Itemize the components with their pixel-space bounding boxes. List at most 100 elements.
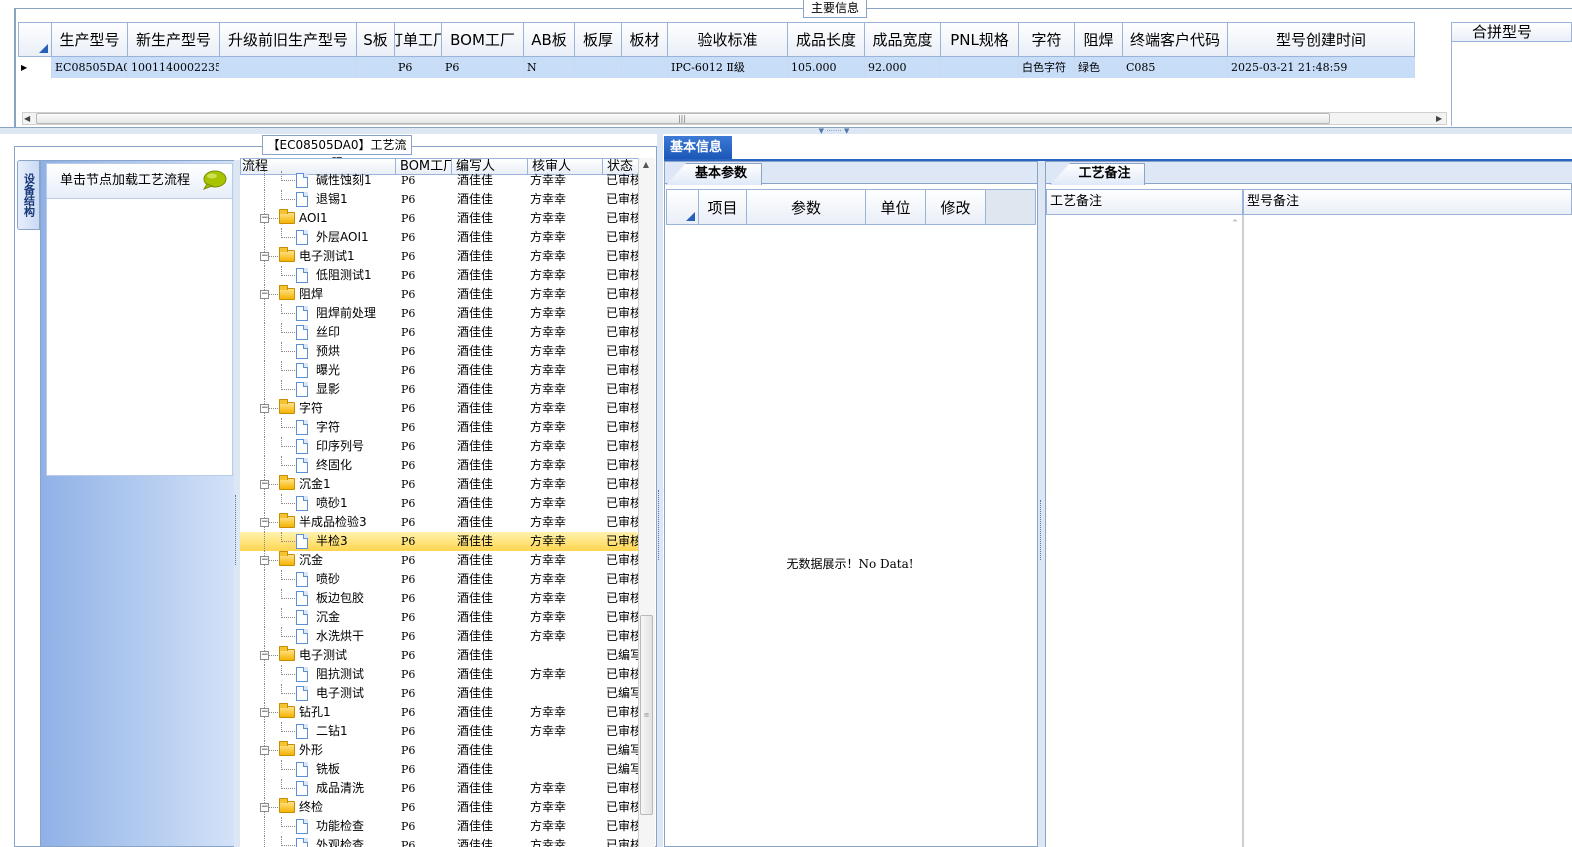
model-notes-header[interactable]: 型号备注 — [1243, 189, 1572, 215]
grid-cell[interactable]: P6 — [395, 57, 442, 78]
tree-leaf-row[interactable]: 印序列号 P6 酒佳佳 方幸幸 已审核 — [240, 437, 640, 456]
tree-leaf-row[interactable]: 曝光 P6 酒佳佳 方幸幸 已审核 — [240, 361, 640, 380]
tree-leaf-row[interactable]: 碱性蚀刻1 P6 酒佳佳 方幸幸 已审核 — [240, 171, 640, 190]
tree-leaf-row[interactable]: 阻抗测试 P6 酒佳佳 方幸幸 已审核 — [240, 665, 640, 684]
tree-node[interactable]: 铣板 — [240, 760, 396, 779]
column-header[interactable]: 验收标准 — [668, 22, 788, 57]
scroll-left-arrow-icon[interactable]: ◀ — [24, 113, 34, 124]
tree-leaf-row[interactable]: 外层AOI1 P6 酒佳佳 方幸幸 已审核 — [240, 228, 640, 247]
tree-leaf-row[interactable]: 板边包胶 P6 酒佳佳 方幸幸 已审核 — [240, 589, 640, 608]
tree-node[interactable]: − 外形 — [240, 741, 396, 760]
collapse-icon[interactable]: − — [260, 214, 269, 223]
column-header[interactable]: 板厚 — [575, 22, 622, 57]
params-col-edit[interactable]: 修改 — [926, 189, 986, 225]
grid-cell[interactable]: N — [524, 57, 575, 78]
tree-node[interactable]: 外层AOI1 — [240, 228, 396, 247]
column-header[interactable]: 成品宽度 — [865, 22, 941, 57]
scroll-right-arrow-icon[interactable]: ▶ — [1436, 113, 1446, 124]
tree-leaf-row[interactable]: 喷砂 P6 酒佳佳 方幸幸 已审核 — [240, 570, 640, 589]
tree-group-row[interactable]: − 外形 P6 酒佳佳 已编写 — [240, 741, 640, 760]
tree-node[interactable]: 喷砂 — [240, 570, 396, 589]
tree-node[interactable]: − 钻孔1 — [240, 703, 396, 722]
tree-node[interactable]: 预烘 — [240, 342, 396, 361]
model-notes-body[interactable] — [1243, 215, 1572, 847]
column-header[interactable]: 成品长度 — [788, 22, 865, 57]
column-header[interactable]: 升级前旧生产型号 — [220, 22, 357, 57]
tree-node[interactable]: 功能检查 — [240, 817, 396, 836]
tree-leaf-row[interactable]: 沉金 P6 酒佳佳 方幸幸 已审核 — [240, 608, 640, 627]
grid-cell[interactable]: 绿色 — [1075, 57, 1123, 78]
column-header[interactable]: AB板 — [524, 22, 575, 57]
column-header[interactable]: 型号创建时间 — [1228, 22, 1415, 57]
tree-group-row[interactable]: − 钻孔1 P6 酒佳佳 方幸幸 已审核 — [240, 703, 640, 722]
tree-node[interactable]: 水洗烘干 — [240, 627, 396, 646]
splitter-grip[interactable] — [658, 490, 662, 560]
tree-group-row[interactable]: − 阻焊 P6 酒佳佳 方幸幸 已审核 — [240, 285, 640, 304]
tree-node[interactable]: 外观检查 — [240, 836, 396, 847]
row-indicator-icon[interactable]: ▶ — [18, 57, 52, 78]
tree-group-row[interactable]: − 半成品检验3 P6 酒佳佳 方幸幸 已审核 — [240, 513, 640, 532]
grid-cell[interactable]: EC08505DA0 — [52, 57, 128, 78]
column-header[interactable]: 新生产型号 — [128, 22, 220, 57]
tree-leaf-row[interactable]: 二钻1 P6 酒佳佳 方幸幸 已审核 — [240, 722, 640, 741]
column-header[interactable]: 板材 — [622, 22, 668, 57]
tree-node[interactable]: − 沉金 — [240, 551, 396, 570]
tree-node[interactable]: 沉金 — [240, 608, 396, 627]
tree-node[interactable]: 退锡1 — [240, 190, 396, 209]
tree-leaf-row[interactable]: 半检3 P6 酒佳佳 方幸幸 已审核 — [240, 532, 640, 551]
collapse-icon[interactable]: − — [260, 803, 269, 812]
tree-leaf-row[interactable]: 喷砂1 P6 酒佳佳 方幸幸 已审核 — [240, 494, 640, 513]
collapse-icon[interactable]: − — [260, 708, 269, 717]
tree-leaf-row[interactable]: 功能检查 P6 酒佳佳 方幸幸 已审核 — [240, 817, 640, 836]
params-col-item[interactable]: 项目 — [699, 189, 747, 225]
grid-corner[interactable] — [666, 189, 699, 225]
grid-corner[interactable] — [18, 22, 52, 57]
splitter-grip[interactable] — [1040, 500, 1043, 560]
grid-cell[interactable]: IPC-6012 Ⅱ级 — [668, 57, 788, 78]
scroll-up-arrow-icon[interactable]: ⌃ — [1229, 219, 1241, 229]
grid-cell[interactable]: 白色字符 — [1019, 57, 1075, 78]
tree-leaf-row[interactable]: 字符 P6 酒佳佳 方幸幸 已审核 — [240, 418, 640, 437]
tree-node[interactable]: 阻焊前处理 — [240, 304, 396, 323]
tree-node[interactable]: − 半成品检验3 — [240, 513, 396, 532]
tree-node[interactable]: 丝印 — [240, 323, 396, 342]
collapse-icon[interactable]: − — [260, 556, 269, 565]
column-header[interactable]: 阻焊 — [1075, 22, 1123, 57]
tab-basic-info[interactable]: 基本信息 — [664, 136, 732, 159]
grid-cell[interactable] — [575, 57, 622, 78]
tree-node[interactable]: − 字符 — [240, 399, 396, 418]
tree-group-row[interactable]: − AOI1 P6 酒佳佳 方幸幸 已审核 — [240, 209, 640, 228]
column-header[interactable]: BOM工厂 — [442, 22, 524, 57]
tree-node[interactable]: 喷砂1 — [240, 494, 396, 513]
tree-node[interactable]: 终固化 — [240, 456, 396, 475]
grid-cell[interactable]: C085 — [1123, 57, 1228, 78]
main-grid-row[interactable]: ▶ EC08505DA0 10011400022359 P6 P6 N IPC-6012 Ⅱ… — [18, 57, 1415, 78]
tree-group-row[interactable]: − 字符 P6 酒佳佳 方幸幸 已审核 — [240, 399, 640, 418]
tree-group-row[interactable]: − 电子测试1 P6 酒佳佳 方幸幸 已审核 — [240, 247, 640, 266]
tree-group-row[interactable]: − 终检 P6 酒佳佳 方幸幸 已审核 — [240, 798, 640, 817]
tree-leaf-row[interactable]: 阻焊前处理 P6 酒佳佳 方幸幸 已审核 — [240, 304, 640, 323]
tree-group-row[interactable]: − 电子测试 P6 酒佳佳 已编写 — [240, 646, 640, 665]
grid-cell[interactable]: 105.000 — [788, 57, 865, 78]
collapse-icon[interactable]: − — [260, 290, 269, 299]
column-header[interactable]: 终端客户代码 — [1123, 22, 1228, 57]
merge-model-header[interactable]: 合拼型号 — [1451, 22, 1572, 42]
column-header[interactable]: PNL规格 — [941, 22, 1019, 57]
tree-node[interactable]: 碱性蚀刻1 — [240, 171, 396, 190]
splitter-grip[interactable] — [235, 495, 239, 565]
tree-node[interactable]: 显影 — [240, 380, 396, 399]
tree-node[interactable]: − 阻焊 — [240, 285, 396, 304]
tree-leaf-row[interactable]: 显影 P6 酒佳佳 方幸幸 已审核 — [240, 380, 640, 399]
params-col-unit[interactable]: 单位 — [866, 189, 926, 225]
horizontal-splitter[interactable] — [0, 128, 1572, 134]
tree-node[interactable]: 字符 — [240, 418, 396, 437]
params-col-value[interactable]: 参数 — [747, 189, 866, 225]
side-tab-equipment[interactable]: 设备结构 — [17, 160, 40, 230]
tree-node[interactable]: 曝光 — [240, 361, 396, 380]
tree-leaf-row[interactable]: 外观检查 P6 酒佳佳 方幸幸 已审核 — [240, 836, 640, 847]
tree-leaf-row[interactable]: 水洗烘干 P6 酒佳佳 方幸幸 已审核 — [240, 627, 640, 646]
grid-cell[interactable] — [220, 57, 357, 78]
tree-leaf-row[interactable]: 终固化 P6 酒佳佳 方幸幸 已审核 — [240, 456, 640, 475]
tree-node[interactable]: 二钻1 — [240, 722, 396, 741]
grid-cell[interactable]: 2025-03-21 21:48:59 — [1228, 57, 1415, 78]
